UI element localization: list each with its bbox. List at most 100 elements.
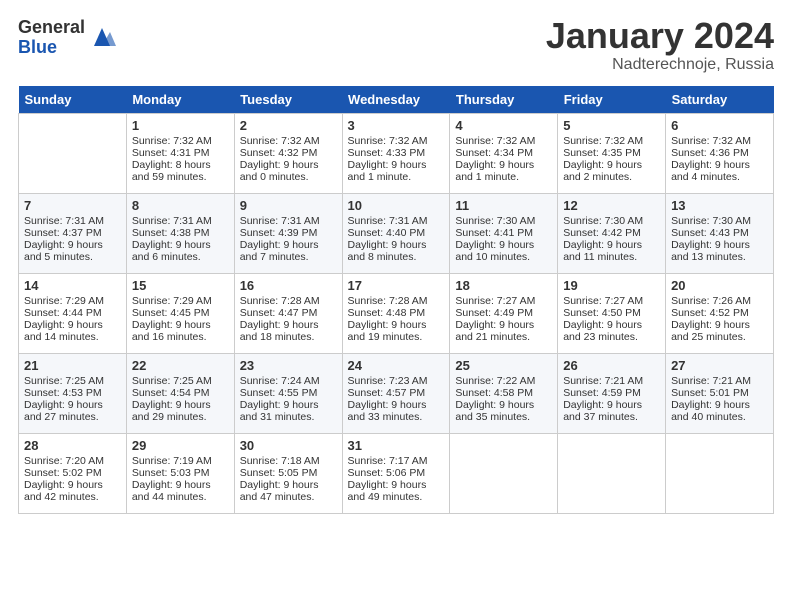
- daylight-hours: Daylight: 9 hours and 2 minutes.: [563, 159, 642, 183]
- day-number: 2: [240, 118, 337, 133]
- table-row: 20 Sunrise: 7:26 AM Sunset: 4:52 PM Dayl…: [666, 274, 774, 354]
- sunset-time: Sunset: 4:55 PM: [240, 387, 318, 399]
- calendar-week-4: 28 Sunrise: 7:20 AM Sunset: 5:02 PM Dayl…: [19, 434, 774, 514]
- daylight-hours: Daylight: 9 hours and 19 minutes.: [348, 319, 427, 343]
- sunrise-time: Sunrise: 7:30 AM: [671, 215, 751, 227]
- day-number: 25: [455, 358, 552, 373]
- calendar-week-3: 21 Sunrise: 7:25 AM Sunset: 4:53 PM Dayl…: [19, 354, 774, 434]
- day-number: 15: [132, 278, 229, 293]
- day-number: 17: [348, 278, 445, 293]
- sunset-time: Sunset: 4:38 PM: [132, 227, 210, 239]
- sunrise-time: Sunrise: 7:31 AM: [240, 215, 320, 227]
- calendar-week-0: 1 Sunrise: 7:32 AM Sunset: 4:31 PM Dayli…: [19, 114, 774, 194]
- sunset-time: Sunset: 4:37 PM: [24, 227, 102, 239]
- sunrise-time: Sunrise: 7:29 AM: [24, 295, 104, 307]
- day-number: 14: [24, 278, 121, 293]
- table-row: 3 Sunrise: 7:32 AM Sunset: 4:33 PM Dayli…: [342, 114, 450, 194]
- table-row: 15 Sunrise: 7:29 AM Sunset: 4:45 PM Dayl…: [126, 274, 234, 354]
- daylight-hours: Daylight: 9 hours and 29 minutes.: [132, 399, 211, 423]
- table-row: 29 Sunrise: 7:19 AM Sunset: 5:03 PM Dayl…: [126, 434, 234, 514]
- daylight-hours: Daylight: 9 hours and 40 minutes.: [671, 399, 750, 423]
- sunset-time: Sunset: 5:01 PM: [671, 387, 749, 399]
- daylight-hours: Daylight: 9 hours and 4 minutes.: [671, 159, 750, 183]
- calendar-week-1: 7 Sunrise: 7:31 AM Sunset: 4:37 PM Dayli…: [19, 194, 774, 274]
- day-number: 31: [348, 438, 445, 453]
- sunrise-time: Sunrise: 7:25 AM: [24, 375, 104, 387]
- table-row: 19 Sunrise: 7:27 AM Sunset: 4:50 PM Dayl…: [558, 274, 666, 354]
- day-number: 22: [132, 358, 229, 373]
- sunrise-time: Sunrise: 7:32 AM: [132, 135, 212, 147]
- title-block: January 2024 Nadterechnoje, Russia: [546, 18, 774, 74]
- sunrise-time: Sunrise: 7:29 AM: [132, 295, 212, 307]
- day-number: 8: [132, 198, 229, 213]
- header-row: Sunday Monday Tuesday Wednesday Thursday…: [19, 86, 774, 114]
- daylight-hours: Daylight: 9 hours and 37 minutes.: [563, 399, 642, 423]
- sunrise-time: Sunrise: 7:23 AM: [348, 375, 428, 387]
- col-monday: Monday: [126, 86, 234, 114]
- sunset-time: Sunset: 4:33 PM: [348, 147, 426, 159]
- table-row: 17 Sunrise: 7:28 AM Sunset: 4:48 PM Dayl…: [342, 274, 450, 354]
- day-number: 5: [563, 118, 660, 133]
- calendar-subtitle: Nadterechnoje, Russia: [546, 56, 774, 74]
- day-number: 20: [671, 278, 768, 293]
- table-row: 24 Sunrise: 7:23 AM Sunset: 4:57 PM Dayl…: [342, 354, 450, 434]
- day-number: 16: [240, 278, 337, 293]
- sunrise-time: Sunrise: 7:20 AM: [24, 455, 104, 467]
- table-row: 16 Sunrise: 7:28 AM Sunset: 4:47 PM Dayl…: [234, 274, 342, 354]
- sunset-time: Sunset: 5:06 PM: [348, 467, 426, 479]
- sunset-time: Sunset: 4:47 PM: [240, 307, 318, 319]
- daylight-hours: Daylight: 9 hours and 0 minutes.: [240, 159, 319, 183]
- sunset-time: Sunset: 5:03 PM: [132, 467, 210, 479]
- daylight-hours: Daylight: 9 hours and 16 minutes.: [132, 319, 211, 343]
- sunrise-time: Sunrise: 7:22 AM: [455, 375, 535, 387]
- sunrise-time: Sunrise: 7:27 AM: [455, 295, 535, 307]
- table-row: 23 Sunrise: 7:24 AM Sunset: 4:55 PM Dayl…: [234, 354, 342, 434]
- sunset-time: Sunset: 4:59 PM: [563, 387, 641, 399]
- logo: General Blue: [18, 18, 116, 58]
- sunrise-time: Sunrise: 7:30 AM: [455, 215, 535, 227]
- daylight-hours: Daylight: 9 hours and 21 minutes.: [455, 319, 534, 343]
- table-row: 31 Sunrise: 7:17 AM Sunset: 5:06 PM Dayl…: [342, 434, 450, 514]
- sunset-time: Sunset: 4:48 PM: [348, 307, 426, 319]
- day-number: 4: [455, 118, 552, 133]
- daylight-hours: Daylight: 9 hours and 33 minutes.: [348, 399, 427, 423]
- sunrise-time: Sunrise: 7:31 AM: [132, 215, 212, 227]
- sunset-time: Sunset: 4:49 PM: [455, 307, 533, 319]
- sunset-time: Sunset: 4:53 PM: [24, 387, 102, 399]
- sunset-time: Sunset: 4:42 PM: [563, 227, 641, 239]
- table-row: 11 Sunrise: 7:30 AM Sunset: 4:41 PM Dayl…: [450, 194, 558, 274]
- day-number: 12: [563, 198, 660, 213]
- sunset-time: Sunset: 5:02 PM: [24, 467, 102, 479]
- col-saturday: Saturday: [666, 86, 774, 114]
- logo-text: General Blue: [18, 18, 85, 58]
- sunrise-time: Sunrise: 7:28 AM: [240, 295, 320, 307]
- table-row: 26 Sunrise: 7:21 AM Sunset: 4:59 PM Dayl…: [558, 354, 666, 434]
- sunset-time: Sunset: 4:58 PM: [455, 387, 533, 399]
- table-row: 18 Sunrise: 7:27 AM Sunset: 4:49 PM Dayl…: [450, 274, 558, 354]
- logo-icon: [88, 24, 116, 52]
- sunrise-time: Sunrise: 7:32 AM: [455, 135, 535, 147]
- table-row: 1 Sunrise: 7:32 AM Sunset: 4:31 PM Dayli…: [126, 114, 234, 194]
- daylight-hours: Daylight: 9 hours and 14 minutes.: [24, 319, 103, 343]
- daylight-hours: Daylight: 8 hours and 59 minutes.: [132, 159, 211, 183]
- table-row: [666, 434, 774, 514]
- sunset-time: Sunset: 4:35 PM: [563, 147, 641, 159]
- sunrise-time: Sunrise: 7:32 AM: [240, 135, 320, 147]
- sunset-time: Sunset: 4:31 PM: [132, 147, 210, 159]
- day-number: 1: [132, 118, 229, 133]
- sunset-time: Sunset: 4:40 PM: [348, 227, 426, 239]
- sunrise-time: Sunrise: 7:24 AM: [240, 375, 320, 387]
- page: General Blue January 2024 Nadterechnoje,…: [0, 0, 792, 524]
- day-number: 18: [455, 278, 552, 293]
- daylight-hours: Daylight: 9 hours and 13 minutes.: [671, 239, 750, 263]
- day-number: 3: [348, 118, 445, 133]
- day-number: 21: [24, 358, 121, 373]
- day-number: 7: [24, 198, 121, 213]
- day-number: 23: [240, 358, 337, 373]
- table-row: [19, 114, 127, 194]
- day-number: 29: [132, 438, 229, 453]
- table-row: 13 Sunrise: 7:30 AM Sunset: 4:43 PM Dayl…: [666, 194, 774, 274]
- sunset-time: Sunset: 4:34 PM: [455, 147, 533, 159]
- daylight-hours: Daylight: 9 hours and 23 minutes.: [563, 319, 642, 343]
- table-row: 7 Sunrise: 7:31 AM Sunset: 4:37 PM Dayli…: [19, 194, 127, 274]
